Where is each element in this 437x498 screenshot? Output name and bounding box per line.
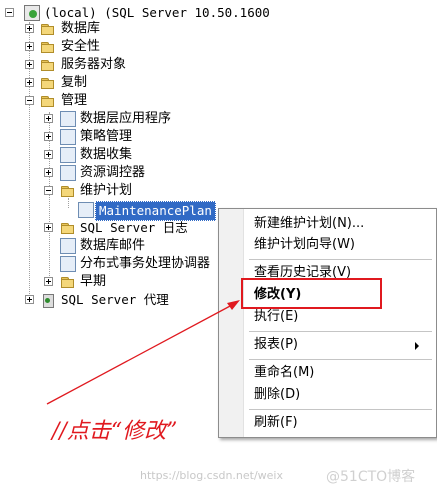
watermark-text: https://blog.csdn.net/weix xyxy=(140,469,283,482)
watermark-brand: @51CTO博客 xyxy=(326,469,416,485)
annotation-text: //点击“修改” xyxy=(52,419,178,444)
